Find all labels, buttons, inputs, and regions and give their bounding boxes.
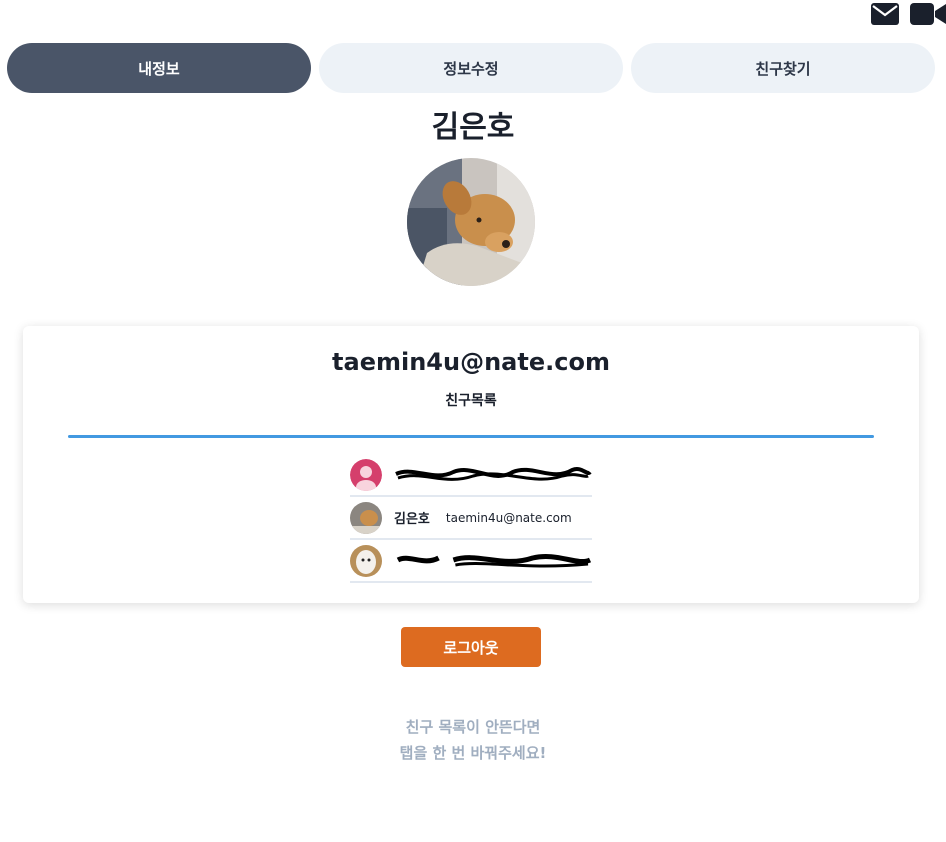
mail-icon[interactable] <box>870 2 900 26</box>
video-camera-icon[interactable] <box>910 2 946 26</box>
friend-row[interactable]: 김은호 taemin4u@nate.com <box>350 497 592 540</box>
redacted-scribble <box>395 466 592 481</box>
friend-row[interactable] <box>350 540 592 583</box>
profile-avatar <box>407 158 535 286</box>
friend-row[interactable] <box>350 454 592 497</box>
friend-email: taemin4u@nate.com <box>445 510 572 525</box>
logout-button[interactable]: 로그아웃 <box>401 627 541 667</box>
profile-name: 김은호 <box>431 110 515 145</box>
friends-list: 김은호 taemin4u@nate.com <box>350 454 592 583</box>
tab-my-info[interactable]: 내정보 <box>7 43 311 93</box>
tab-find-friends[interactable]: 친구찾기 <box>631 43 935 93</box>
friends-list-title: 친구목록 <box>445 393 497 409</box>
profile-email: taemin4u@nate.com <box>332 348 610 376</box>
notice-line-2: 탭을 한 번 바꿔주세요! <box>399 744 547 762</box>
header-icons <box>870 2 946 26</box>
redacted-scribble <box>396 553 592 567</box>
tab-bar: 내정보 정보수정 친구찾기 <box>7 43 935 93</box>
tab-edit-info[interactable]: 정보수정 <box>319 43 623 93</box>
default-avatar-icon <box>350 458 382 491</box>
friend-avatar <box>350 544 382 577</box>
friend-name: 김은호 <box>394 512 430 527</box>
divider <box>68 435 874 438</box>
profile-card: taemin4u@nate.com 친구목록 김은호 taemin4u@nate… <box>23 326 919 603</box>
friend-avatar <box>350 501 382 534</box>
notice-line-1: 친구 목록이 안뜬다면 <box>405 718 541 736</box>
